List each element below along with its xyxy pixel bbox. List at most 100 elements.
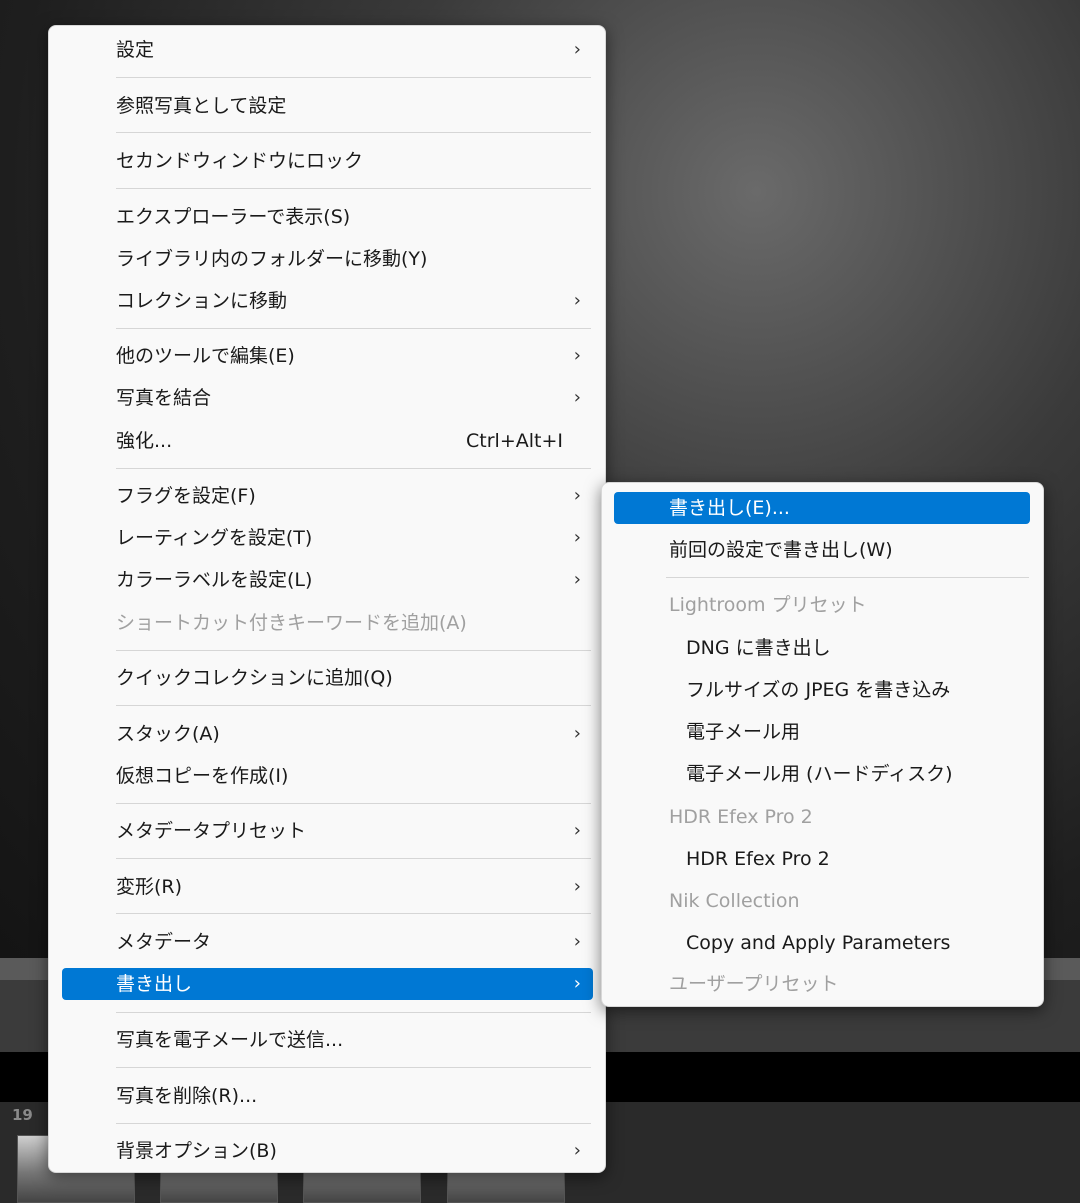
menu-item-label: 書き出し(E)... xyxy=(669,497,790,519)
menu-section-header: Lightroom プリセット xyxy=(614,589,1030,621)
chevron-right-icon: › xyxy=(573,345,581,366)
chevron-right-icon: › xyxy=(573,387,581,408)
menu-separator xyxy=(116,468,591,469)
menu-item[interactable]: 変形(R) › xyxy=(62,871,593,903)
menu-separator xyxy=(116,705,591,706)
menu-item[interactable]: 仮想コピーを作成(I) xyxy=(62,760,593,792)
menu-item-label: フラグを設定(F) xyxy=(116,485,256,507)
chevron-right-icon: › xyxy=(573,485,581,506)
menu-item[interactable]: 強化... Ctrl+Alt+I xyxy=(62,425,593,457)
menu-section-header: Nik Collection xyxy=(614,885,1030,917)
menu-item[interactable]: レーティングを設定(T) › xyxy=(62,522,593,554)
menu-item[interactable]: 書き出し(E)... xyxy=(614,492,1030,524)
chevron-right-icon: › xyxy=(573,1140,581,1161)
menu-item[interactable]: 写真を結合 › xyxy=(62,382,593,414)
menu-item-label: DNG に書き出し xyxy=(686,637,831,659)
chevron-right-icon: › xyxy=(573,876,581,897)
menu-item[interactable]: 前回の設定で書き出し(W) xyxy=(614,534,1030,566)
menu-item-label: クイックコレクションに追加(Q) xyxy=(116,667,393,689)
menu-item-label: レーティングを設定(T) xyxy=(116,527,313,549)
menu-item-label: 写真を結合 xyxy=(116,387,212,409)
menu-item-label: 写真を電子メールで送信... xyxy=(116,1029,344,1051)
menu-item-label: メタデータ xyxy=(116,931,212,953)
menu-item[interactable]: 写真を電子メールで送信... xyxy=(62,1024,593,1056)
menu-item-label: カラーラベルを設定(L) xyxy=(116,569,313,591)
menu-item[interactable]: クイックコレクションに追加(Q) xyxy=(62,662,593,694)
export-submenu: 書き出し(E)... 前回の設定で書き出し(W) Lightroom プリセット DN… xyxy=(601,482,1044,1007)
filmstrip-index: 19 xyxy=(12,1106,33,1124)
menu-item-label: Lightroom プリセット xyxy=(669,594,867,616)
menu-item[interactable]: フラグを設定(F) › xyxy=(62,480,593,512)
menu-item[interactable]: メタデータ › xyxy=(62,926,593,958)
menu-item-label: 強化... xyxy=(116,430,173,452)
menu-item-label: セカンドウィンドウにロック xyxy=(116,150,364,172)
menu-item[interactable]: HDR Efex Pro 2 xyxy=(614,843,1030,875)
menu-item[interactable]: 書き出し › xyxy=(62,968,593,1000)
menu-separator xyxy=(116,803,591,804)
chevron-right-icon: › xyxy=(573,39,581,60)
menu-separator xyxy=(116,188,591,189)
menu-separator xyxy=(116,328,591,329)
context-menu: 設定 › 参照写真として設定セカンドウィンドウにロック エクスプローラーで表示(S) ラ… xyxy=(48,25,606,1173)
chevron-right-icon: › xyxy=(573,931,581,952)
menu-item-label: 電子メール用 (ハードディスク) xyxy=(686,763,953,785)
chevron-right-icon: › xyxy=(573,820,581,841)
menu-item-label: ショートカット付きキーワードを追加(A) xyxy=(116,612,467,634)
menu-item[interactable]: フルサイズの JPEG を書き込み xyxy=(614,674,1030,706)
menu-item-label: 写真を削除(R)... xyxy=(116,1085,258,1107)
menu-item[interactable]: Copy and Apply Parameters xyxy=(614,927,1030,959)
chevron-right-icon: › xyxy=(573,290,581,311)
menu-item-label: HDR Efex Pro 2 xyxy=(686,848,830,870)
menu-item-label: 他のツールで編集(E) xyxy=(116,345,295,367)
menu-item[interactable]: 写真を削除(R)... xyxy=(62,1080,593,1112)
menu-item[interactable]: 参照写真として設定 xyxy=(62,90,593,122)
menu-separator xyxy=(116,1123,591,1124)
menu-item[interactable]: メタデータプリセット › xyxy=(62,815,593,847)
menu-separator xyxy=(116,913,591,914)
menu-item[interactable]: エクスプローラーで表示(S) xyxy=(62,201,593,233)
menu-item[interactable]: 背景オプション(B) › xyxy=(62,1135,593,1167)
menu-item-label: Nik Collection xyxy=(669,890,800,912)
menu-item-label: 電子メール用 xyxy=(686,721,801,743)
menu-item-label: ライブラリ内のフォルダーに移動(Y) xyxy=(116,248,428,270)
menu-item-label: 仮想コピーを作成(I) xyxy=(116,765,289,787)
menu-item[interactable]: 他のツールで編集(E) › xyxy=(62,340,593,372)
menu-item-label: コレクションに移動 xyxy=(116,290,288,312)
menu-item-label: Copy and Apply Parameters xyxy=(686,932,951,954)
menu-item[interactable]: ライブラリ内のフォルダーに移動(Y) xyxy=(62,243,593,275)
chevron-right-icon: › xyxy=(573,723,581,744)
menu-item-label: 設定 xyxy=(116,39,155,61)
chevron-right-icon: › xyxy=(573,973,581,994)
chevron-right-icon: › xyxy=(573,569,581,590)
menu-separator xyxy=(116,650,591,651)
menu-item[interactable]: セカンドウィンドウにロック xyxy=(62,145,593,177)
menu-item-label: 背景オプション(B) xyxy=(116,1140,277,1162)
menu-item[interactable]: 電子メール用 xyxy=(614,716,1030,748)
chevron-right-icon: › xyxy=(573,527,581,548)
menu-separator xyxy=(116,1067,591,1068)
menu-item-label: エクスプローラーで表示(S) xyxy=(116,206,351,228)
menu-item[interactable]: スタック(A) › xyxy=(62,718,593,750)
menu-item[interactable]: カラーラベルを設定(L) › xyxy=(62,564,593,596)
menu-item-label: メタデータプリセット xyxy=(116,820,307,842)
shortcut-label: Ctrl+Alt+I xyxy=(466,430,563,452)
menu-item-label: 前回の設定で書き出し(W) xyxy=(669,539,893,561)
menu-item[interactable]: 電子メール用 (ハードディスク) xyxy=(614,758,1030,790)
menu-item[interactable]: DNG に書き出し xyxy=(614,632,1030,664)
menu-item[interactable]: 設定 › xyxy=(62,34,593,66)
menu-separator xyxy=(116,858,591,859)
menu-item: ショートカット付きキーワードを追加(A) xyxy=(62,607,593,639)
menu-item-label: フルサイズの JPEG を書き込み xyxy=(686,679,951,701)
menu-section-header: HDR Efex Pro 2 xyxy=(614,801,1030,833)
menu-item-label: 書き出し xyxy=(116,973,193,995)
menu-item-label: 変形(R) xyxy=(116,876,183,898)
menu-item[interactable]: コレクションに移動 › xyxy=(62,285,593,317)
menu-separator xyxy=(116,77,591,78)
menu-item-label: スタック(A) xyxy=(116,723,220,745)
menu-separator xyxy=(116,132,591,133)
menu-item-label: 参照写真として設定 xyxy=(116,95,287,117)
menu-item-label: HDR Efex Pro 2 xyxy=(669,806,813,828)
menu-separator xyxy=(116,1012,591,1013)
menu-item-label: ユーザープリセット xyxy=(669,973,839,995)
menu-section-header: ユーザープリセット xyxy=(614,968,1030,1000)
